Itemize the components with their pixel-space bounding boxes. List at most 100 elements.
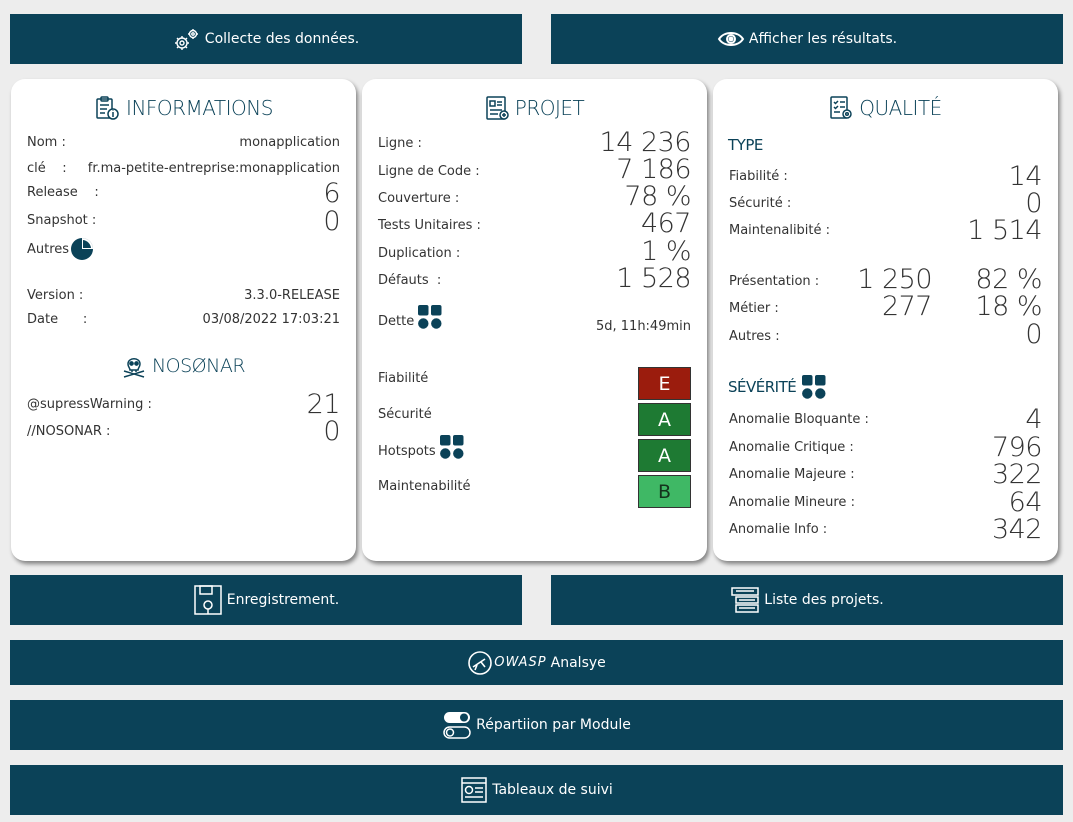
date-value: 03/08/2022 17:03:21	[202, 312, 340, 327]
nosonar-row: //NOSONAR : 0	[27, 418, 340, 445]
rating-badge-hotspots: A	[638, 439, 691, 472]
autres-row[interactable]: Autres	[27, 237, 94, 261]
supresswarning-label: @supressWarning :	[27, 397, 152, 412]
liste-projets-button[interactable]: Liste des projets.	[551, 575, 1063, 625]
owasp-logo-text: OWASP	[494, 655, 547, 670]
version-label: Version :	[27, 288, 84, 303]
rating-row-securite: Sécurité	[378, 407, 432, 422]
severite-label: Anomalie Majeure :	[729, 467, 855, 482]
nom-label: Nom :	[27, 135, 66, 150]
supresswarning-row: @supressWarning : 21	[27, 391, 341, 418]
rating-row-fiabilite: Fiabilité	[378, 371, 428, 386]
projet-row-ligne-code: Ligne de Code : 7 186	[378, 156, 691, 183]
type-row-maintenabilite: Maintenalibité : 1 514	[729, 217, 1042, 244]
type-label: Fiabilité :	[729, 169, 788, 184]
qualite-title-text: QUALITÉ	[859, 96, 942, 120]
autres-qualite-value: 0	[1025, 319, 1042, 350]
skull-crossbones-icon	[122, 353, 146, 379]
autres-qualite-label: Autres :	[729, 329, 780, 344]
supresswarning-value: 21	[306, 389, 341, 420]
rating-row-maintenabilite: Maintenabilité	[378, 479, 471, 494]
type-row-fiabilite: Fiabilité : 14	[729, 163, 1043, 190]
date-label: Date :	[27, 312, 88, 327]
version-value: 3.3.0-RELEASE	[244, 288, 340, 303]
nosonar-title-text: NOSØNAR	[151, 355, 246, 377]
repartition-module-button[interactable]: Répartiion par Module	[10, 700, 1063, 750]
snapshot-value: 0	[323, 206, 340, 237]
eye-icon	[717, 29, 745, 49]
release-row: Release : 6	[27, 180, 340, 207]
nosonar-title: NOSØNAR	[11, 353, 356, 379]
rating-badge-fiabilite: E	[638, 367, 691, 400]
grid-icon[interactable]	[439, 435, 464, 459]
grid-icon[interactable]	[802, 375, 826, 399]
projet-label: Ligne :	[378, 136, 422, 151]
metier-pct: 18 %	[975, 291, 1042, 322]
severite-value: 4	[1025, 404, 1042, 435]
severite-row-mineure: Anomalie Mineure : 64	[729, 489, 1043, 516]
projet-value: 78 %	[624, 181, 691, 212]
afficher-resultats-button[interactable]: Afficher les résultats.	[551, 14, 1063, 64]
projet-title: PROJET	[362, 95, 707, 121]
severite-label: Anomalie Critique :	[729, 440, 854, 455]
severite-row-bloquante: Anomalie Bloquante : 4	[729, 406, 1042, 433]
severite-value: 796	[991, 432, 1043, 463]
metier-value: 277	[881, 291, 933, 322]
type-subtitle: TYPE	[728, 136, 763, 154]
severite-row-majeure: Anomalie Majeure : 322	[729, 461, 1043, 488]
projet-row-ligne: Ligne : 14 236	[378, 129, 692, 156]
owasp-analyse-button[interactable]: OWASP Analsye	[10, 640, 1063, 685]
projet-label: Tests Unitaires :	[378, 218, 481, 233]
afficher-label: Afficher les résultats.	[748, 31, 898, 47]
severite-value: 322	[991, 459, 1043, 490]
type-label: Maintenalibité :	[729, 223, 831, 238]
projet-row-couverture: Couverture : 78 %	[378, 183, 691, 210]
severite-label: Anomalie Mineure :	[729, 495, 855, 510]
type-label: Sécurité :	[729, 196, 792, 211]
save-disk-icon	[193, 584, 223, 616]
nosonar-value: 0	[323, 416, 340, 447]
tableaux-suivi-button[interactable]: Tableaux de suivi	[10, 765, 1063, 815]
projet-label: Défauts :	[378, 273, 442, 288]
projet-value: 7 186	[616, 154, 691, 185]
dette-row: Dette 5d, 11h:49min	[378, 304, 691, 334]
suivi-label: Tableaux de suivi	[492, 782, 613, 798]
severite-value: 342	[991, 514, 1043, 545]
severite-label: Anomalie Bloquante :	[729, 412, 869, 427]
cle-label: clé :	[27, 161, 67, 176]
rating-label: Maintenabilité	[378, 479, 471, 494]
enregistrement-label: Enregistrement.	[226, 592, 340, 608]
presentation-value: 1 250	[857, 264, 932, 295]
grid-icon[interactable]	[418, 304, 442, 329]
release-label: Release :	[27, 185, 99, 200]
collecte-button[interactable]: Collecte des données.	[10, 14, 522, 64]
cle-row: clé : fr.ma-petite-entreprise:monapplica…	[27, 161, 340, 176]
informations-title-text: INFORMATIONS	[126, 96, 273, 120]
release-value: 6	[323, 178, 340, 209]
projet-label: Duplication :	[378, 246, 461, 261]
type-row-securite: Sécurité : 0	[729, 190, 1042, 217]
presentation-row: Présentation : 1 250 82 %	[729, 266, 1042, 293]
severite-label: Anomalie Info :	[729, 522, 828, 537]
rating-label: Sécurité	[378, 407, 432, 422]
enregistrement-button[interactable]: Enregistrement.	[10, 575, 522, 625]
type-value: 0	[1025, 188, 1042, 219]
type-value: 14	[1008, 161, 1043, 192]
owasp-label: Analsye	[550, 654, 606, 671]
informations-card: INFORMATIONS Nom : monapplication clé : …	[11, 79, 356, 561]
checklist-gear-icon	[829, 95, 853, 121]
liste-label: Liste des projets.	[764, 592, 884, 608]
projet-row-defauts: Défauts : 1 528	[378, 265, 691, 292]
projet-row-tests: Tests Unitaires : 467	[378, 210, 692, 237]
list-stack-icon	[730, 586, 760, 614]
projet-row-duplication: Duplication : 1 %	[378, 238, 691, 265]
rating-label: Fiabilité	[378, 371, 429, 386]
rating-row-hotspots: Hotspots	[378, 435, 464, 459]
rating-badge-maintenabilite: B	[638, 475, 691, 508]
qualite-card: QUALITÉ TYPE Fiabilité : 14 Sécurité : 0…	[713, 79, 1058, 561]
pie-chart-icon[interactable]	[70, 237, 94, 261]
metier-label: Métier :	[729, 301, 779, 316]
severite-subtitle: SÉVÉRITÉ	[728, 375, 826, 399]
metier-row: Métier : 277 18 %	[729, 293, 1042, 320]
projet-label: Ligne de Code :	[378, 164, 480, 179]
